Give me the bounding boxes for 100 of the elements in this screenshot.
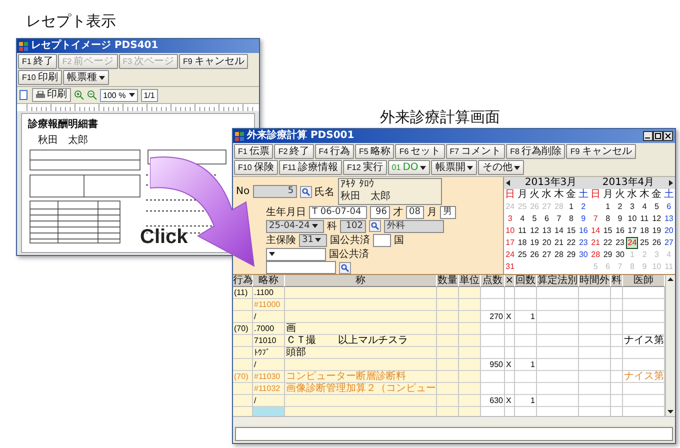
page-icon[interactable] bbox=[19, 90, 29, 100]
birth-date-field[interactable]: T 06-07-04 bbox=[309, 206, 367, 218]
horizontal-scrollbar[interactable] bbox=[233, 416, 675, 425]
zoom-in-icon[interactable] bbox=[74, 90, 84, 100]
calendar-day[interactable]: 27 bbox=[662, 237, 675, 249]
calendar-day[interactable]: 26 bbox=[650, 237, 663, 249]
calendar-day[interactable]: 11 bbox=[638, 213, 651, 225]
input-field[interactable] bbox=[266, 261, 336, 274]
search-button[interactable] bbox=[369, 220, 381, 232]
calendar-day[interactable]: 18 bbox=[638, 225, 651, 237]
calendar-day[interactable]: 21 bbox=[552, 237, 566, 249]
dropdown-button[interactable]: その他 bbox=[478, 160, 524, 175]
public-expense-select[interactable] bbox=[266, 248, 326, 260]
calendar-day[interactable]: 19 bbox=[650, 225, 663, 237]
function-key-button[interactable]: F5 略称 bbox=[355, 144, 394, 159]
calendar-day[interactable]: 22 bbox=[602, 237, 614, 249]
dropdown-button[interactable]: 帳票開 bbox=[431, 160, 478, 175]
insurance-field[interactable] bbox=[373, 234, 391, 246]
function-key-button[interactable]: F2 終了 bbox=[274, 144, 314, 159]
calendar-day[interactable]: 5 bbox=[528, 213, 541, 225]
calendar-day[interactable]: 11 bbox=[516, 225, 528, 237]
calendar-day[interactable]: 3 bbox=[504, 213, 516, 225]
calendar-day[interactable]: 4 bbox=[516, 213, 528, 225]
dropdown-button[interactable]: 帳票種 bbox=[62, 70, 109, 85]
calendar-day[interactable]: 21 bbox=[590, 237, 602, 249]
print-button[interactable]: 印刷 bbox=[32, 88, 71, 102]
calendar-day[interactable]: 30 bbox=[577, 249, 590, 261]
calendar-day[interactable]: 7 bbox=[552, 213, 566, 225]
calendar-day[interactable]: 6 bbox=[662, 201, 675, 213]
calendar-day[interactable]: 29 bbox=[565, 249, 578, 261]
calendar-day[interactable]: 7 bbox=[590, 213, 602, 225]
calendar-day[interactable]: 16 bbox=[614, 225, 626, 237]
calendar-day[interactable]: 9 bbox=[577, 213, 590, 225]
vertical-scrollbar[interactable] bbox=[665, 275, 675, 416]
calendar-day[interactable]: 3 bbox=[626, 201, 638, 213]
insurance-select[interactable]: 31 bbox=[299, 234, 327, 246]
function-key-button[interactable]: F12 実行 bbox=[343, 160, 387, 175]
calendar-day[interactable]: 14 bbox=[590, 225, 602, 237]
function-key-button[interactable]: F6 セット bbox=[395, 144, 445, 159]
calendar-day[interactable]: 19 bbox=[528, 237, 541, 249]
calendar-day[interactable]: 20 bbox=[662, 225, 675, 237]
calendar-day[interactable]: 25 bbox=[638, 237, 651, 249]
calendar-day[interactable]: 8 bbox=[565, 213, 578, 225]
calendar-day[interactable]: 15 bbox=[602, 225, 614, 237]
zoom-out-icon[interactable] bbox=[87, 90, 97, 100]
function-key-button[interactable]: F4 行為 bbox=[314, 144, 354, 159]
calendar-day[interactable]: 9 bbox=[614, 213, 626, 225]
patient-name-field[interactable]: ｱｷﾀ ﾀﾛｳ 秋田 太郎 bbox=[338, 178, 442, 205]
calendar-day[interactable]: 13 bbox=[662, 213, 675, 225]
search-button[interactable] bbox=[339, 262, 351, 274]
calendar-day[interactable]: 13 bbox=[540, 225, 553, 237]
previous-month-icon[interactable] bbox=[506, 180, 510, 186]
function-key-button[interactable]: F7 コメント bbox=[446, 144, 506, 159]
function-key-button[interactable]: F10 印刷 bbox=[18, 70, 62, 85]
function-key-button[interactable]: F9 キャンセル bbox=[179, 54, 248, 69]
calendar-day[interactable]: 14 bbox=[552, 225, 566, 237]
calendar-day[interactable]: 18 bbox=[516, 237, 528, 249]
department-code-field[interactable]: 102 bbox=[340, 220, 366, 232]
calendar-day[interactable]: 16 bbox=[577, 225, 590, 237]
months-field[interactable]: 08 bbox=[406, 206, 424, 218]
calendar-day[interactable]: 20 bbox=[540, 237, 553, 249]
function-key-button[interactable]: F8 行為削除 bbox=[506, 144, 566, 159]
calendar-day[interactable]: 17 bbox=[626, 225, 638, 237]
calendar-day[interactable]: 17 bbox=[504, 237, 516, 249]
calendar-day[interactable]: 6 bbox=[540, 213, 553, 225]
visit-date-select[interactable]: 25-04-24 bbox=[266, 220, 324, 232]
calendar-day[interactable]: 5 bbox=[650, 201, 663, 213]
calendar-day[interactable]: 25 bbox=[516, 249, 528, 261]
calendar-day[interactable]: 8 bbox=[602, 213, 614, 225]
function-key-button[interactable]: F9 キャンセル bbox=[566, 144, 636, 159]
calendar-day[interactable]: 29 bbox=[602, 249, 614, 261]
calendar-day[interactable]: 10 bbox=[504, 225, 516, 237]
calendar-day[interactable]: 1 bbox=[565, 201, 578, 213]
calendar-day[interactable]: 28 bbox=[590, 249, 602, 261]
function-key-button[interactable]: F1 終了 bbox=[18, 54, 58, 69]
calendar-day[interactable]: 12 bbox=[528, 225, 541, 237]
calendar-day[interactable]: 10 bbox=[626, 213, 638, 225]
sex-field[interactable]: 男 bbox=[440, 206, 456, 218]
calendar-day[interactable]: 23 bbox=[614, 237, 626, 249]
window-controls-icon[interactable] bbox=[643, 131, 673, 141]
function-key-button[interactable]: F10 保険 bbox=[234, 160, 278, 175]
next-month-icon[interactable] bbox=[669, 180, 673, 186]
calendar-day[interactable]: 28 bbox=[552, 249, 566, 261]
calendar-day[interactable]: 15 bbox=[565, 225, 578, 237]
calendar-day[interactable]: 2 bbox=[614, 201, 626, 213]
calendar-day[interactable]: 2 bbox=[577, 201, 590, 213]
page-field[interactable]: 1/1 bbox=[140, 88, 158, 102]
search-button[interactable] bbox=[300, 186, 312, 198]
zoom-select[interactable]: 100 % bbox=[100, 88, 138, 102]
patient-no-field[interactable]: 5 bbox=[252, 185, 297, 198]
function-key-button[interactable]: F1 伝票 bbox=[234, 144, 274, 159]
calendar-day[interactable]: 30 bbox=[614, 249, 626, 261]
calendar-day[interactable]: 12 bbox=[650, 213, 663, 225]
calendar-day[interactable]: 26 bbox=[528, 249, 541, 261]
calendar-day[interactable]: 4 bbox=[638, 201, 651, 213]
calendar-day[interactable]: 24 bbox=[626, 237, 638, 249]
calendar-day[interactable]: 1 bbox=[602, 201, 614, 213]
calendar-day[interactable]: 24 bbox=[504, 249, 516, 261]
calendar-day[interactable]: 27 bbox=[540, 249, 553, 261]
function-key-button[interactable]: F11 診療情報 bbox=[278, 160, 342, 175]
